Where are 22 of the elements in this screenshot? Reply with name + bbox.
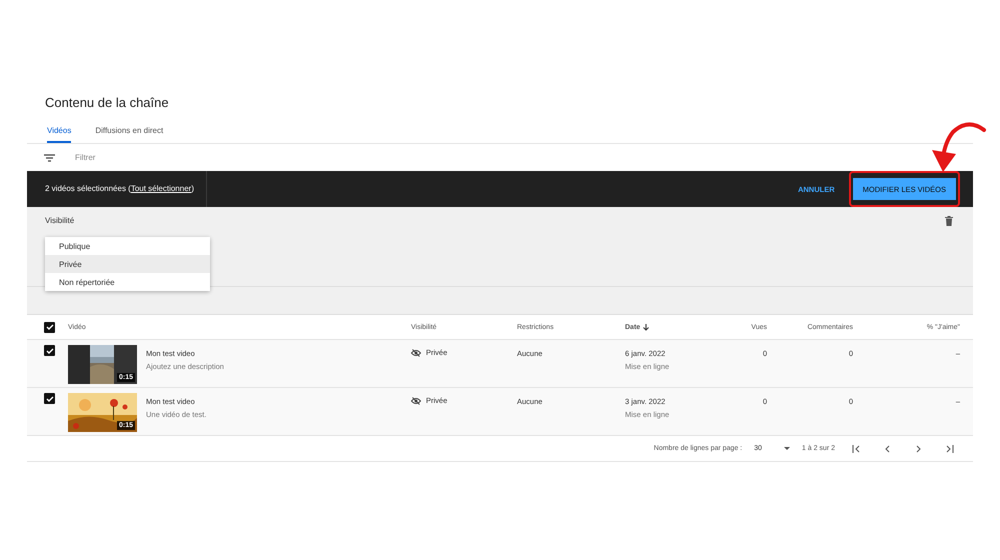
menu-item[interactable]: Non répertoriée <box>45 273 210 291</box>
eye-off-icon <box>411 396 421 404</box>
tab[interactable]: Vidéos <box>47 126 72 143</box>
sort-down-icon <box>643 324 650 330</box>
checkbox[interactable] <box>44 393 55 404</box>
caret-icon <box>784 447 790 450</box>
tab[interactable]: Diffusions en direct <box>95 126 164 143</box>
checkbox[interactable] <box>44 345 55 356</box>
select-all-link[interactable]: Tout sélectionner <box>130 184 192 193</box>
visibility-label: Visibilité <box>45 216 74 225</box>
page-title: Contenu de la chaîne <box>45 94 170 112</box>
filter-field[interactable]: Filtrer <box>73 152 273 163</box>
chevron-left-icon <box>883 444 892 452</box>
last-page-icon <box>945 444 954 452</box>
filter-icon[interactable] <box>44 154 55 162</box>
checkbox[interactable] <box>44 322 55 332</box>
first-page-icon <box>852 444 861 452</box>
menu-item[interactable]: Publique <box>45 237 210 255</box>
chevron-right-icon <box>914 444 923 452</box>
eye-off-icon <box>411 348 421 356</box>
menu-item[interactable]: Privée <box>45 255 210 273</box>
delete-icon[interactable] <box>945 216 953 226</box>
